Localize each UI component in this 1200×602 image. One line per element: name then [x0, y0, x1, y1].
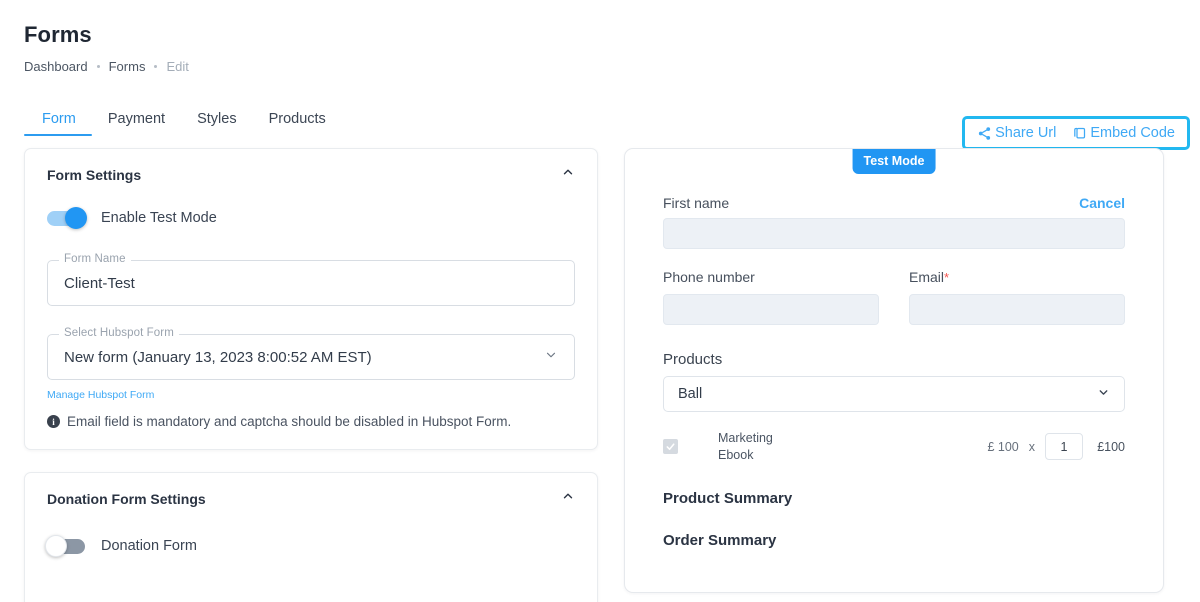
breadcrumb: Dashboard Forms Edit: [24, 59, 1176, 74]
share-url-label: Share Url: [995, 125, 1057, 141]
product-row: Marketing Ebook £ 100 x 1 £100: [663, 430, 1125, 464]
first-name-input[interactable]: [663, 218, 1125, 249]
first-name-label-row: First name Cancel: [663, 195, 1125, 211]
donation-settings-title: Donation Form Settings: [47, 490, 206, 507]
share-url-button[interactable]: Share Url: [977, 125, 1056, 141]
chevron-down-icon[interactable]: [544, 348, 558, 366]
tab-styles[interactable]: Styles: [181, 111, 253, 136]
content-columns: Form Settings Enable Test Mode Form Name…: [24, 148, 1176, 602]
phone-number-label: Phone number: [663, 269, 755, 285]
toggle-knob: [65, 207, 87, 229]
required-asterisk: *: [944, 270, 950, 285]
enable-test-mode-toggle[interactable]: [47, 207, 87, 229]
preview-column: Test Mode First name Cancel Phone number…: [624, 148, 1164, 602]
phone-number-input[interactable]: [663, 294, 879, 325]
page-title: Forms: [24, 22, 92, 47]
hubspot-hint-text: Email field is mandatory and captcha sho…: [67, 414, 512, 429]
product-quantity-input[interactable]: 1: [1045, 433, 1083, 461]
donation-settings-body: Donation Form: [25, 514, 597, 602]
products-select[interactable]: Ball: [663, 376, 1125, 412]
enable-test-mode-label: Enable Test Mode: [101, 210, 217, 226]
form-name-input[interactable]: Client-Test: [47, 260, 575, 306]
embed-code-button[interactable]: Embed Code: [1072, 125, 1175, 141]
product-line-total: £100: [1097, 439, 1125, 454]
embed-code-label: Embed Code: [1090, 125, 1175, 141]
first-name-label: First name: [663, 195, 730, 211]
email-label: Email: [909, 269, 945, 285]
product-name: Marketing Ebook: [718, 430, 773, 464]
product-checkbox: [663, 439, 678, 455]
order-summary-title: Order Summary: [663, 531, 777, 549]
donation-form-row[interactable]: Donation Form: [45, 532, 575, 557]
donation-settings-card: Donation Form Settings Donation Form: [24, 472, 598, 602]
embed-copy-icon: [1072, 126, 1087, 141]
form-name-legend: Form Name: [59, 253, 131, 265]
product-summary-title: Product Summary: [663, 489, 793, 507]
tab-form[interactable]: Form: [24, 111, 92, 136]
hubspot-form-legend: Select Hubspot Form: [59, 327, 179, 339]
tab-products[interactable]: Products: [253, 111, 342, 136]
hubspot-form-value: New form (January 13, 2023 8:00:52 AM ES…: [64, 348, 372, 366]
chevron-down-icon[interactable]: [1097, 386, 1110, 403]
form-settings-card: Form Settings Enable Test Mode Form Name…: [24, 148, 598, 450]
products-selected-value: Ball: [678, 386, 703, 402]
hubspot-form-select-field[interactable]: Select Hubspot Form New form (January 13…: [47, 327, 575, 380]
toggle-knob: [45, 535, 67, 557]
form-settings-header[interactable]: Form Settings: [25, 149, 597, 190]
hubspot-form-select[interactable]: New form (January 13, 2023 8:00:52 AM ES…: [47, 334, 575, 380]
manage-hubspot-form-link[interactable]: Manage Hubspot Form: [47, 389, 154, 401]
products-label: Products: [663, 351, 723, 368]
email-input[interactable]: [909, 294, 1125, 325]
product-name-line1: Marketing: [718, 431, 773, 445]
form-settings-body: Enable Test Mode Form Name Client-Test S…: [25, 190, 597, 449]
email-field-group: Email*: [909, 269, 1125, 325]
info-icon: i: [47, 415, 60, 428]
chevron-up-icon[interactable]: [561, 489, 575, 508]
breadcrumb-separator-icon: [96, 65, 100, 68]
breadcrumb-item-edit: Edit: [166, 59, 189, 74]
donation-form-toggle[interactable]: [45, 535, 87, 557]
chevron-up-icon[interactable]: [561, 165, 575, 184]
breadcrumb-item-dashboard[interactable]: Dashboard: [24, 59, 88, 74]
hubspot-hint: i Email field is mandatory and captcha s…: [47, 414, 575, 429]
phone-field-group: Phone number: [663, 269, 879, 325]
product-times-symbol: x: [1028, 439, 1035, 454]
form-preview-card: Test Mode First name Cancel Phone number…: [624, 148, 1164, 593]
test-mode-badge: Test Mode: [852, 149, 936, 174]
share-icon: [977, 126, 992, 141]
breadcrumb-item-forms[interactable]: Forms: [109, 59, 146, 74]
product-price-group: £ 100 x 1: [987, 433, 1083, 461]
settings-column: Form Settings Enable Test Mode Form Name…: [24, 148, 598, 602]
share-actions-highlight: Share Url Embed Code: [962, 116, 1190, 150]
product-unit-price: £ 100: [987, 439, 1019, 454]
donation-form-label: Donation Form: [101, 538, 197, 554]
tab-payment[interactable]: Payment: [92, 111, 181, 136]
forms-edit-page: Forms Dashboard Forms Edit Form Payment …: [0, 0, 1200, 602]
form-settings-title: Form Settings: [47, 166, 142, 183]
enable-test-mode-row[interactable]: Enable Test Mode: [47, 204, 575, 242]
donation-settings-header[interactable]: Donation Form Settings: [25, 473, 597, 514]
phone-email-row: Phone number Email*: [663, 269, 1125, 325]
cancel-link[interactable]: Cancel: [1079, 195, 1125, 211]
product-name-line2: Ebook: [718, 447, 754, 462]
breadcrumb-separator-icon: [154, 65, 158, 68]
form-name-field[interactable]: Form Name Client-Test: [47, 253, 575, 306]
